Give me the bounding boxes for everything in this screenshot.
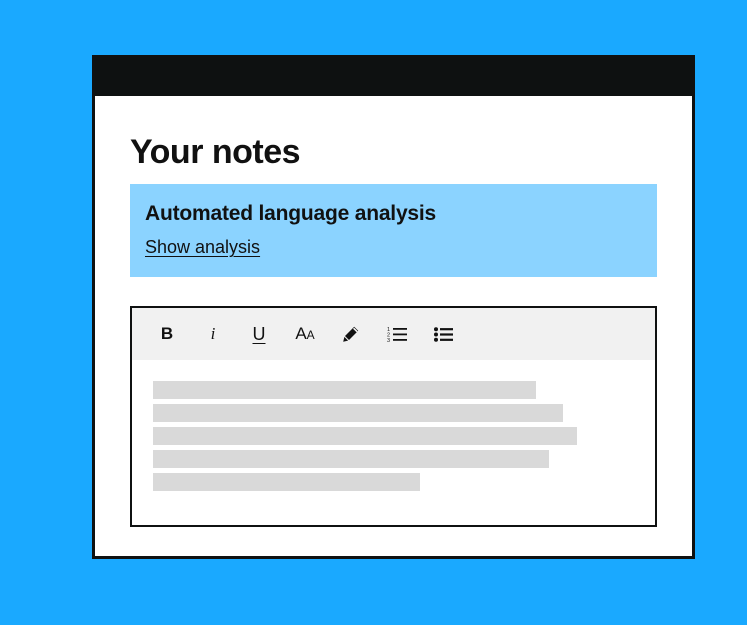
bullet-list-icon [433, 326, 453, 342]
placeholder-text-line [153, 450, 549, 468]
window-content: Your notes Automated language analysis S… [95, 96, 692, 527]
placeholder-text-line [153, 473, 420, 491]
analysis-panel: Automated language analysis Show analysi… [130, 184, 657, 277]
underline-icon: U [252, 323, 266, 344]
show-analysis-link[interactable]: Show analysis [145, 237, 260, 258]
bold-icon: B [160, 324, 174, 343]
pencil-icon [343, 326, 359, 342]
placeholder-text-line [153, 381, 536, 399]
notes-editor: B i U AA 1 2 3 [130, 306, 657, 527]
editor-toolbar: B i U AA 1 2 3 [132, 308, 655, 360]
editor-text-area[interactable] [132, 360, 655, 491]
font-size-icon: AA [295, 324, 315, 343]
italic-button[interactable]: i [190, 319, 236, 349]
underline-button[interactable]: U [236, 319, 282, 349]
bullet-list-button[interactable] [420, 319, 466, 349]
analysis-heading: Automated language analysis [145, 202, 437, 225]
highlighter-button[interactable] [328, 319, 374, 349]
placeholder-text-line [153, 427, 577, 445]
italic-icon: i [210, 324, 216, 343]
notes-window: Your notes Automated language analysis S… [92, 55, 695, 559]
bold-button[interactable]: B [144, 319, 190, 349]
numbered-list-icon: 1 2 3 [387, 327, 407, 342]
font-size-button[interactable]: AA [282, 319, 328, 349]
page-title: Your notes [130, 133, 301, 171]
placeholder-text-line [153, 404, 563, 422]
window-titlebar [95, 58, 692, 96]
numbered-list-button[interactable]: 1 2 3 [374, 319, 420, 349]
svg-text:3: 3 [387, 338, 390, 342]
